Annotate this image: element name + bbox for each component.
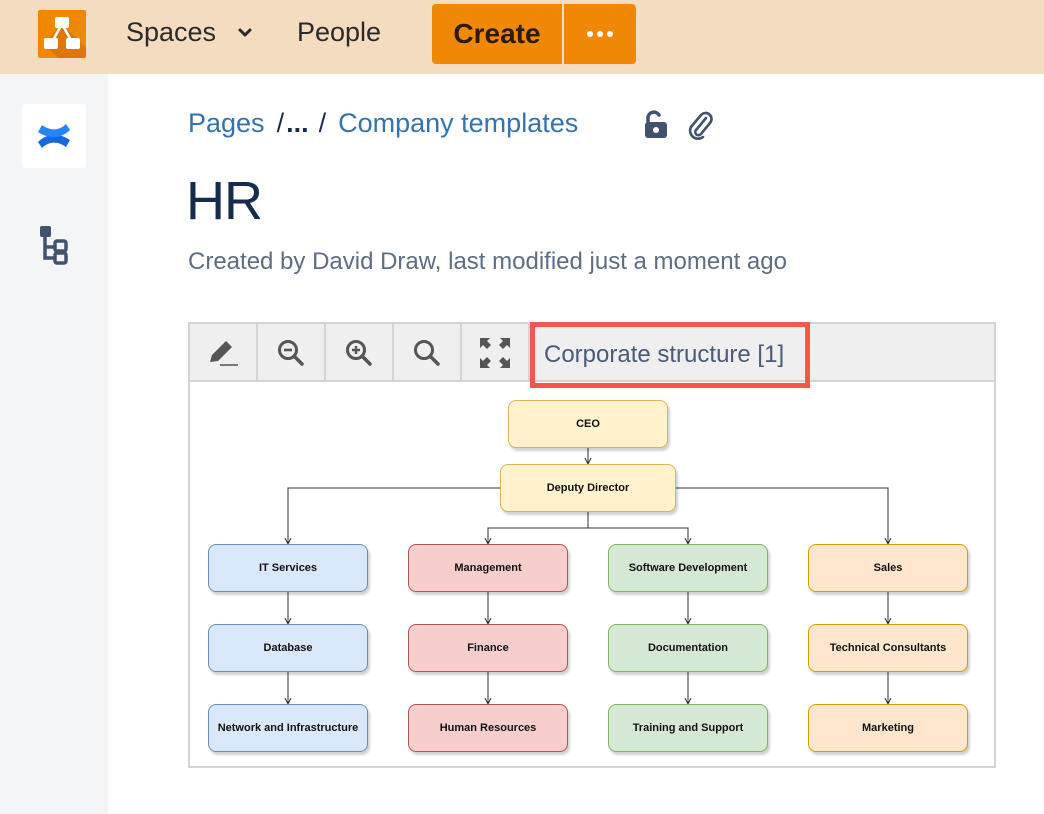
edge-deputy-it bbox=[287, 487, 500, 544]
page-byline: Created by David Draw, last modified jus… bbox=[188, 248, 787, 275]
confluence-logo-icon[interactable] bbox=[22, 104, 86, 168]
page-title: HR bbox=[186, 171, 263, 231]
zoom-in-icon bbox=[346, 340, 372, 366]
create-button[interactable]: Create bbox=[432, 4, 562, 64]
drawio-diagram-viewer: Corporate structure [1] CEO Deputy Direct… bbox=[188, 322, 996, 768]
breadcrumb: Pages / ... / Company templates bbox=[188, 108, 578, 139]
diagram-node-software[interactable]: Software Development bbox=[608, 544, 768, 592]
fullscreen-button[interactable] bbox=[462, 324, 530, 382]
nav-people[interactable]: People bbox=[297, 17, 381, 48]
edit-pencil-icon bbox=[210, 341, 238, 366]
diagram-node-finance[interactable]: Finance bbox=[408, 624, 568, 672]
zoom-button[interactable] bbox=[394, 324, 462, 382]
page-tree-icon[interactable] bbox=[40, 226, 70, 266]
diagram-node-training[interactable]: Training and Support bbox=[608, 704, 768, 752]
sidebar bbox=[0, 74, 108, 814]
diagram-node-management[interactable]: Management bbox=[408, 544, 568, 592]
diagram-node-ceo[interactable]: CEO bbox=[508, 400, 668, 448]
diagram-node-deputy[interactable]: Deputy Director bbox=[500, 464, 676, 512]
viewer-toolbar: Corporate structure [1] bbox=[190, 322, 994, 388]
diagram-node-sales[interactable]: Sales bbox=[808, 544, 968, 592]
breadcrumb-company-templates[interactable]: Company templates bbox=[338, 108, 578, 139]
edge-deputy-sales bbox=[676, 487, 889, 544]
zoom-out-icon bbox=[278, 340, 304, 366]
diagram-node-consultants[interactable]: Technical Consultants bbox=[808, 624, 968, 672]
breadcrumb-pages[interactable]: Pages bbox=[188, 108, 265, 139]
drawio-logo-icon[interactable] bbox=[38, 10, 86, 58]
breadcrumb-ellipsis[interactable]: ... bbox=[286, 108, 309, 139]
magnifier-icon bbox=[414, 340, 440, 366]
diagram-node-documentation[interactable]: Documentation bbox=[608, 624, 768, 672]
edge-deputy-management bbox=[487, 512, 589, 544]
more-options-button[interactable] bbox=[564, 4, 636, 64]
chevron-down-icon[interactable] bbox=[236, 24, 254, 42]
edge-deputy-software bbox=[587, 512, 689, 544]
unlock-icon[interactable] bbox=[642, 110, 670, 140]
breadcrumb-separator: / bbox=[276, 108, 285, 138]
attachment-icon[interactable] bbox=[686, 110, 714, 140]
zoom-out-button[interactable] bbox=[258, 324, 326, 382]
diagram-node-database[interactable]: Database bbox=[208, 624, 368, 672]
fullscreen-icon bbox=[480, 338, 510, 368]
diagram-node-marketing[interactable]: Marketing bbox=[808, 704, 968, 752]
breadcrumb-separator: / bbox=[318, 108, 327, 138]
nav-spaces[interactable]: Spaces bbox=[126, 17, 216, 48]
more-dots-icon bbox=[587, 31, 613, 37]
diagram-node-network[interactable]: Network and Infrastructure bbox=[208, 704, 368, 752]
diagram-node-hr[interactable]: Human Resources bbox=[408, 704, 568, 752]
diagram-canvas[interactable]: CEO Deputy Director IT Services Database Net… bbox=[190, 382, 994, 766]
diagram-name-label[interactable]: Corporate structure [1] bbox=[530, 322, 810, 388]
zoom-in-button[interactable] bbox=[326, 324, 394, 382]
edit-button[interactable] bbox=[190, 324, 258, 382]
top-navigation-bar: Spaces People Create bbox=[0, 0, 1044, 74]
diagram-node-it[interactable]: IT Services bbox=[208, 544, 368, 592]
